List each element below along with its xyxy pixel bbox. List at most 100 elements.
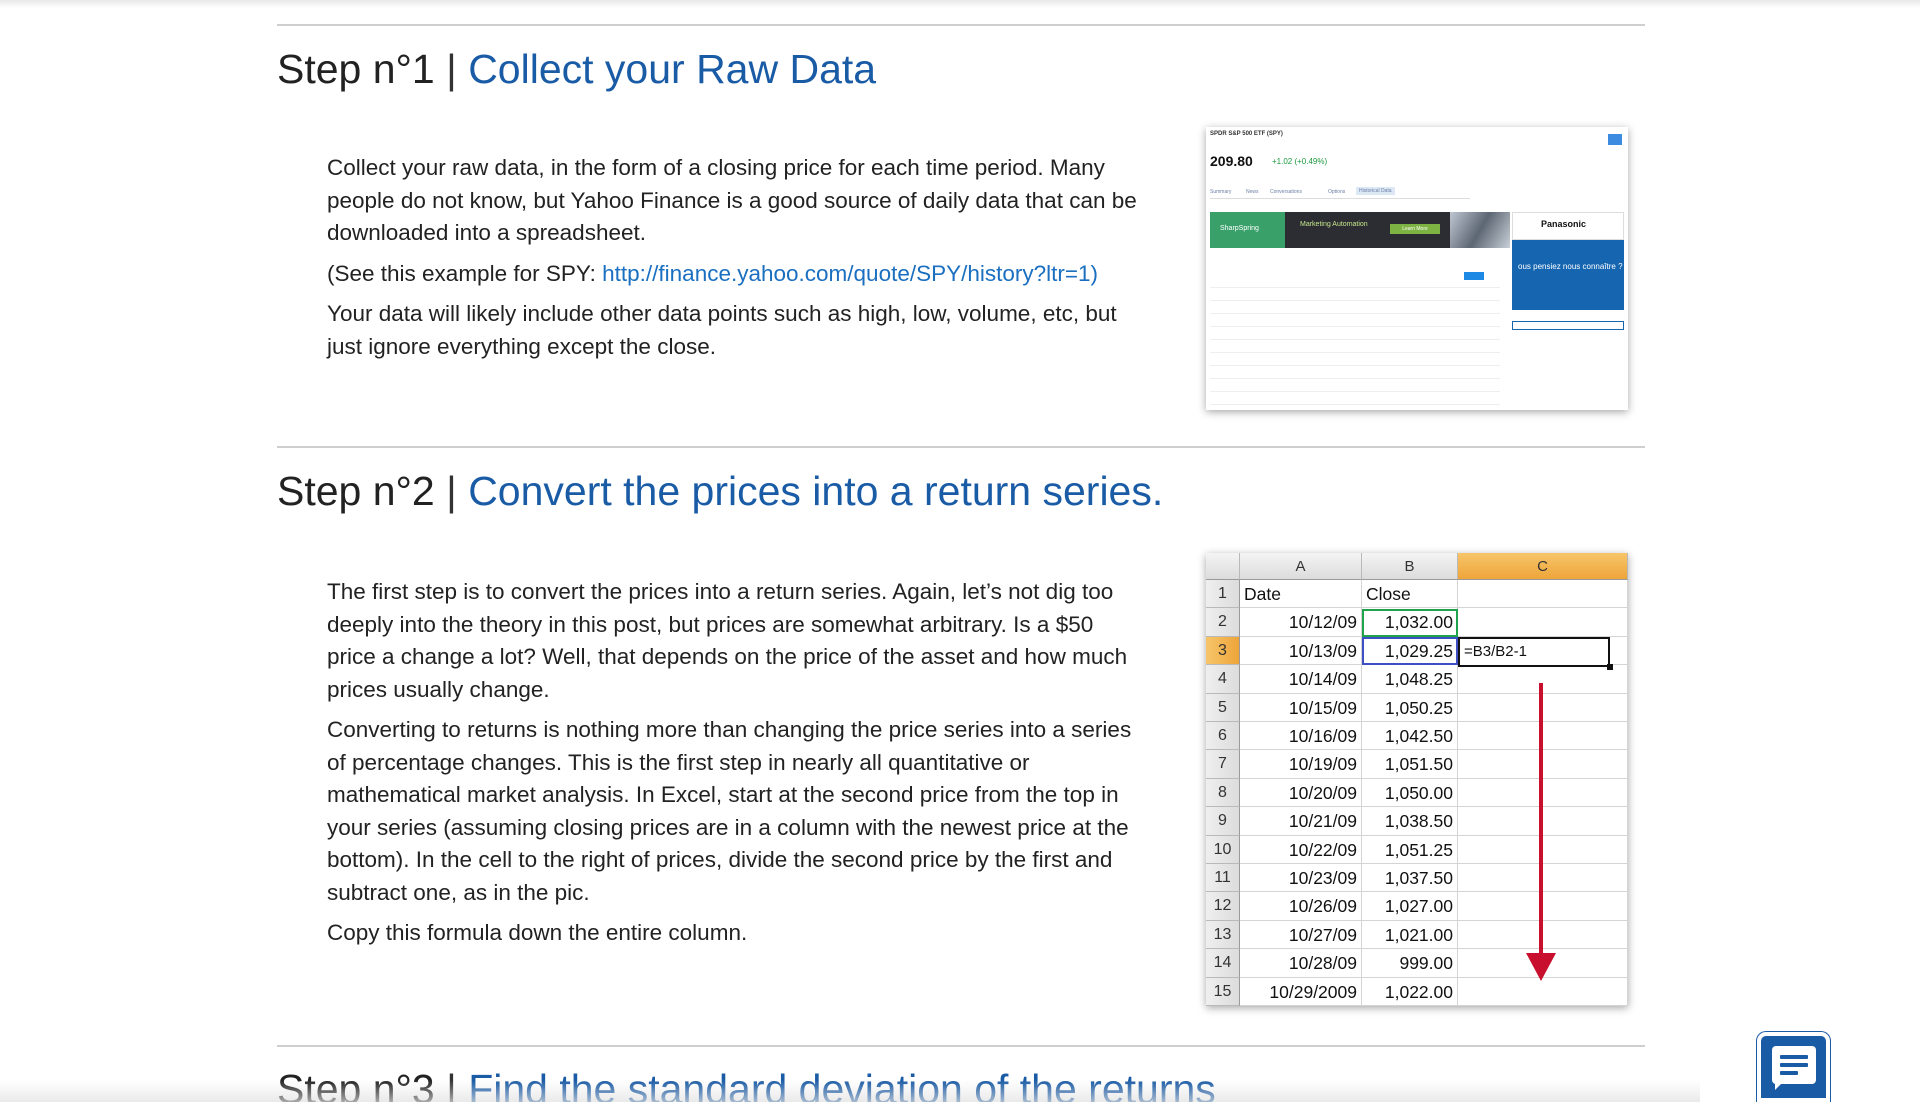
step-1-heading: Step n°1 | Collect your Raw Data — [277, 46, 876, 93]
chat-bubble-icon — [1772, 1046, 1816, 1084]
ad-image — [1450, 212, 1510, 248]
excel-cell-date: 10/26/09 — [1240, 892, 1362, 921]
search-icon — [1608, 134, 1622, 145]
excel-cell-close: 1,048.25 — [1362, 665, 1458, 694]
section-divider — [277, 446, 1645, 448]
step-2-paragraph: Copy this formula down the entire column… — [327, 920, 748, 945]
article-page: Step n°1 | Collect your Raw Data Collect… — [0, 0, 1920, 1102]
arrow-head-icon — [1526, 953, 1556, 981]
section-divider — [277, 1045, 1645, 1047]
excel-cell-close: 1,038.50 — [1362, 807, 1458, 836]
excel-row-number: 13 — [1206, 920, 1240, 950]
excel-b3-highlight — [1362, 637, 1458, 665]
excel-cell-c — [1458, 807, 1628, 836]
excel-row-number: 3 — [1206, 636, 1240, 666]
excel-cell-date: 10/16/09 — [1240, 722, 1362, 751]
excel-cell-close: 1,021.00 — [1362, 920, 1458, 950]
step-2-title: Convert the prices into a return series. — [468, 468, 1164, 514]
excel-cell-close: 1,050.25 — [1362, 693, 1458, 722]
excel-cell-date: 10/28/09 — [1240, 949, 1362, 978]
panasonic-logo: Panasonic — [1541, 219, 1587, 229]
excel-cell-c — [1458, 778, 1628, 808]
step-2-separator: | — [446, 468, 457, 514]
excel-b2-highlight — [1362, 609, 1458, 637]
excel-row-number: 8 — [1206, 778, 1240, 808]
excel-cell-close: Close — [1362, 580, 1458, 609]
step-2-paragraph: Converting to returns is nothing more th… — [327, 717, 1132, 905]
step-2-body: The first step is to convert the prices … — [327, 576, 1147, 958]
excel-row-number: 6 — [1206, 722, 1240, 751]
excel-cell-close: 1,022.00 — [1362, 977, 1458, 1006]
excel-screenshot: A B C 1 Date Close 2 10/12/09 1,032.00 3 10/13/… — [1206, 553, 1628, 1006]
excel-cell-date: 10/14/09 — [1240, 665, 1362, 694]
excel-row-number: 4 — [1206, 665, 1240, 694]
excel-cell-c — [1458, 750, 1628, 779]
step-1-body: Collect your raw data, in the form of a … — [327, 152, 1147, 371]
excel-cell-date: 10/22/09 — [1240, 835, 1362, 864]
spy-history-link[interactable]: http://finance.yahoo.com/quote/SPY/histo… — [602, 261, 1098, 286]
yahoo-change: +1.02 (+0.49%) — [1272, 157, 1328, 166]
excel-row-number: 12 — [1206, 892, 1240, 921]
excel-cell-date: 10/21/09 — [1240, 807, 1362, 836]
excel-cell-date: 10/27/09 — [1240, 920, 1362, 950]
step-1-separator: | — [446, 46, 457, 92]
yahoo-tab: Summary — [1210, 189, 1232, 195]
bottom-fade — [0, 1080, 1700, 1102]
excel-formula-cell: =B3/B2-1 — [1458, 637, 1613, 670]
excel-column-header: A — [1240, 553, 1362, 580]
excel-cell-c — [1458, 892, 1628, 921]
step-1-paragraph: Collect your raw data, in the form of a … — [327, 155, 1137, 245]
excel-row-number: 11 — [1206, 864, 1240, 893]
excel-cell-c — [1458, 665, 1628, 694]
excel-row-number: 14 — [1206, 949, 1240, 978]
excel-cell-close: 1,051.50 — [1362, 750, 1458, 779]
yahoo-tab: Conversations — [1270, 189, 1302, 195]
excel-row-number: 5 — [1206, 693, 1240, 722]
excel-cell-c — [1458, 608, 1628, 637]
excel-cell-date: 10/23/09 — [1240, 864, 1362, 893]
yahoo-ticker: SPDR S&P 500 ETF (SPY) — [1210, 131, 1283, 137]
ad-button: Learn More — [1390, 224, 1440, 234]
excel-cell-close: 999.00 — [1362, 949, 1458, 978]
yahoo-finance-screenshot: SPDR S&P 500 ETF (SPY) 209.80 +1.02 (+0.… — [1206, 127, 1628, 410]
excel-row-number: 7 — [1206, 750, 1240, 779]
chat-button[interactable] — [1757, 1032, 1830, 1102]
ad-brand: SharpSpring — [1220, 225, 1259, 232]
excel-cell-c — [1458, 920, 1628, 950]
step-1-paragraph: Your data will likely include other data… — [327, 301, 1117, 359]
excel-cell-close: 1,042.50 — [1362, 722, 1458, 751]
yahoo-tab: News — [1246, 189, 1259, 195]
excel-cell-date: 10/19/09 — [1240, 750, 1362, 779]
excel-cell-date: 10/29/2009 — [1240, 977, 1362, 1006]
excel-cell-c — [1458, 977, 1628, 1006]
down-arrow-icon — [1539, 683, 1543, 955]
excel-cell-date: 10/13/09 — [1240, 636, 1362, 666]
excel-cell-close: 1,051.25 — [1362, 835, 1458, 864]
apply-button — [1464, 272, 1484, 280]
yahoo-ad-banner: SharpSpring Marketing Automation Learn M… — [1210, 212, 1510, 248]
yahoo-tab: Options — [1328, 189, 1346, 195]
ad-text: Marketing Automation — [1300, 221, 1368, 228]
excel-cell-date: Date — [1240, 580, 1362, 609]
excel-cell-close: 1,027.00 — [1362, 892, 1458, 921]
section-divider — [277, 24, 1645, 26]
excel-column-header-selected: C — [1458, 553, 1628, 580]
excel-cell-c — [1458, 722, 1628, 751]
excel-row-number: 1 — [1206, 580, 1240, 609]
step-1-example: (See this example for SPY: http://financ… — [327, 258, 1147, 291]
excel-cell-close: 1,037.50 — [1362, 864, 1458, 893]
yahoo-price: 209.80 — [1210, 153, 1253, 169]
excel-row-number: 2 — [1206, 608, 1240, 637]
yahoo-tab-active: Historical Data — [1356, 187, 1395, 195]
step-1-prefix: Step n°1 — [277, 46, 435, 92]
excel-cell-date: 10/20/09 — [1240, 778, 1362, 808]
step-1-example-prefix: (See this example for SPY: — [327, 260, 603, 286]
blue-ad-text: ous pensiez nous connaître ? — [1518, 262, 1623, 271]
excel-row-number: 15 — [1206, 977, 1240, 1006]
excel-cell-c — [1458, 580, 1628, 609]
panasonic-ad: Panasonic — [1512, 212, 1624, 240]
step-2-heading: Step n°2 | Convert the prices into a ret… — [277, 468, 1163, 515]
excel-cell-date: 10/15/09 — [1240, 693, 1362, 722]
excel-cell-c — [1458, 693, 1628, 722]
yahoo-tabs: Summary News Conversations Options Histo… — [1210, 187, 1470, 199]
